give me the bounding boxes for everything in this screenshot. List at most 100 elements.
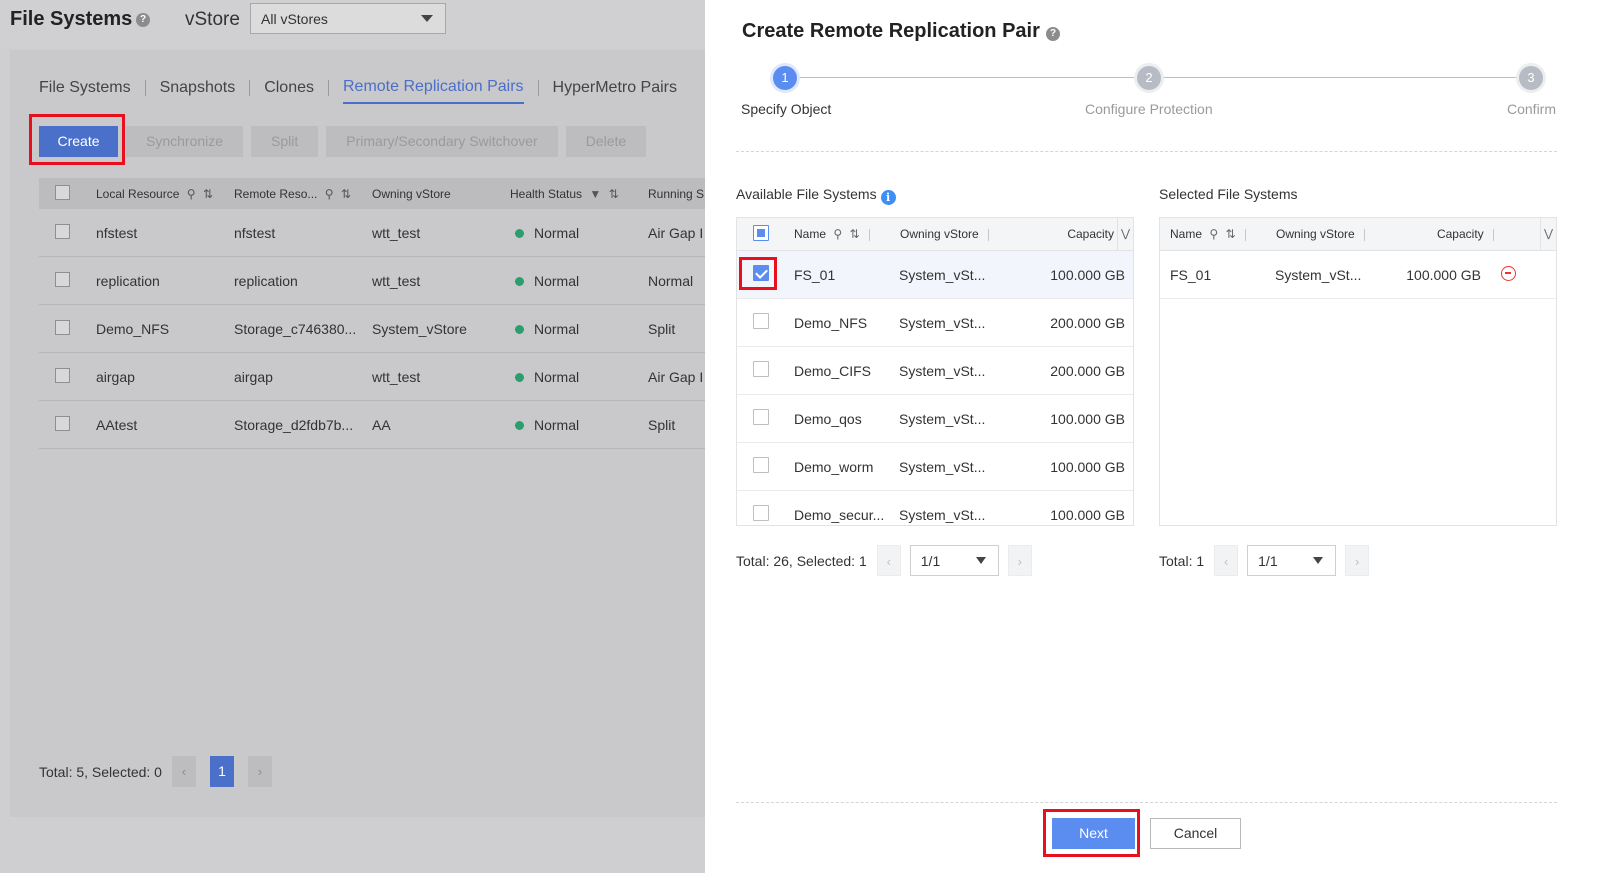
table-row[interactable]: FS_01 System_vSt... 100.000 GB [1160,251,1556,299]
page-select[interactable]: 1/1 [1247,545,1337,576]
cell-capacity: 100.000 GB [1406,266,1481,283]
table-row[interactable]: Demo_CIFS System_vSt... 200.000 GB [737,347,1133,395]
selected-file-systems-table: Name ⚲ ⇅ Owning vStore Capacity ⋁ FS_01 … [1159,217,1557,526]
select-all-checkbox[interactable] [753,224,769,241]
table-row[interactable]: Demo_secur... System_vSt... 100.000 GB [737,491,1133,525]
sort-icon[interactable]: ⇅ [850,227,860,241]
cell-owning: System_vSt... [899,362,986,379]
table-row[interactable]: airgap airgap wtt_test Normal Air Gap I [39,353,720,401]
search-icon[interactable]: ⚲ [325,187,334,201]
tab-remote-replication-pairs[interactable]: Remote Replication Pairs [343,78,524,104]
sort-icon[interactable]: ⇅ [341,187,351,201]
vstore-select[interactable]: All vStores [250,3,446,34]
table-row[interactable]: FS_01 System_vSt... 100.000 GB [737,251,1133,299]
next-page-button[interactable]: › [1345,545,1370,576]
table-row[interactable]: Demo_worm System_vSt... 100.000 GB [737,443,1133,491]
cell-owning: wtt_test [372,224,421,241]
info-icon[interactable]: i [880,190,896,205]
page-number[interactable]: 1 [209,756,234,787]
table-row[interactable]: nfstest nfstest wtt_test Normal Air Gap … [39,209,720,257]
cell-owning: System_vSt... [899,314,986,331]
status-dot-icon [515,276,524,286]
next-page-button[interactable]: › [1007,545,1032,576]
prev-page-button[interactable]: ‹ [171,756,196,787]
selected-pager: Total: 1 ‹ 1/1 › [1159,545,1370,576]
row-checkbox[interactable] [753,505,769,521]
row-checkbox[interactable] [753,409,769,425]
tab-divider [537,80,539,96]
create-highlight-box [29,114,125,165]
help-icon[interactable]: ? [1046,27,1060,41]
search-icon[interactable]: ⚲ [833,227,842,241]
sort-icon[interactable]: ⇅ [609,187,619,201]
select-all-checkbox[interactable] [55,184,70,200]
column-label: Owning vStore [1276,227,1355,241]
tab-file-systems[interactable]: File Systems [39,79,131,103]
prev-page-button[interactable]: ‹ [1214,545,1239,576]
cancel-button[interactable]: Cancel [1150,818,1241,849]
page-select[interactable]: 1/1 [909,545,999,576]
cell-local: nfstest [96,224,138,241]
chevron-down-icon [975,557,986,564]
row-checkbox[interactable] [55,223,70,239]
cell-name: Demo_CIFS [794,362,872,379]
row-checkbox[interactable] [753,457,769,473]
row-checkbox[interactable] [753,313,769,329]
table-row[interactable]: Demo_NFS System_vSt... 200.000 GB [737,299,1133,347]
filter-icon[interactable]: ▼ [589,187,601,201]
column-label: Owning vStore [372,186,451,201]
split-button[interactable]: Split [251,126,319,157]
table-row[interactable]: Demo_NFS Storage_c746380... System_vStor… [39,305,720,353]
column-label: Health Status [510,186,583,201]
synchronize-button[interactable]: Synchronize [126,126,244,157]
cell-remote: Storage_c746380... [234,320,357,337]
table-row[interactable]: Demo_qos System_vSt... 100.000 GB [737,395,1133,443]
delete-button[interactable]: Delete [565,126,647,157]
remove-icon[interactable] [1500,265,1516,281]
tab-divider [144,80,146,96]
column-settings-icon[interactable]: ⋁ [1540,218,1556,251]
search-icon[interactable]: ⚲ [1209,227,1218,241]
column-label: Remote Reso... [234,186,318,201]
health-text: Normal [534,320,580,337]
table-row[interactable]: AAtest Storage_d2fdb7b... AA Normal Spli… [39,401,720,449]
table-row[interactable]: replication replication wtt_test Normal … [39,257,720,305]
status-dot-icon [515,228,524,238]
table-summary: Total: 5, Selected: 0 [39,763,162,780]
row-checkbox[interactable] [55,319,70,335]
step-1-label: Specify Object [741,101,832,117]
health-text: Normal [534,224,580,241]
tab-clones[interactable]: Clones [264,79,314,103]
column-divider [868,228,870,241]
step-2-label: Configure Protection [1085,101,1213,117]
next-highlight-box [1043,809,1140,857]
tab-divider [328,80,329,96]
switchover-button[interactable]: Primary/Secondary Switchover [326,126,558,157]
row-checkbox[interactable] [55,271,70,287]
column-label: Name [794,227,827,241]
column-divider [1244,228,1246,241]
column-label: Capacity [1436,227,1484,241]
search-icon[interactable]: ⚲ [187,187,196,201]
vstore-label: vStore [185,9,240,30]
row-checkbox[interactable] [753,361,769,377]
column-settings-icon[interactable]: ⋁ [1117,218,1133,251]
column-remote-resource: Remote Reso... ⚲ ⇅ [234,187,372,201]
status-dot-icon [515,372,524,382]
tab-hypermetro-pairs[interactable]: HyperMetro Pairs [553,79,677,103]
prev-page-button[interactable]: ‹ [876,545,901,576]
sort-icon[interactable]: ⇅ [1226,227,1236,241]
cell-owning: System_vSt... [899,410,986,427]
page-title: File Systems [10,8,133,30]
available-label: Available File Systems i [736,186,896,205]
tab-snapshots[interactable]: Snapshots [160,79,236,103]
column-capacity: Capacity [1067,227,1114,241]
help-icon[interactable]: ? [136,13,150,27]
row-checkbox[interactable] [55,367,70,383]
row-checkbox[interactable] [55,415,70,431]
next-page-button[interactable]: › [247,756,272,787]
cell-name: Demo_qos [794,410,862,427]
sort-icon[interactable]: ⇅ [203,187,213,201]
column-divider [1493,228,1494,241]
cell-health: Normal [510,321,648,337]
